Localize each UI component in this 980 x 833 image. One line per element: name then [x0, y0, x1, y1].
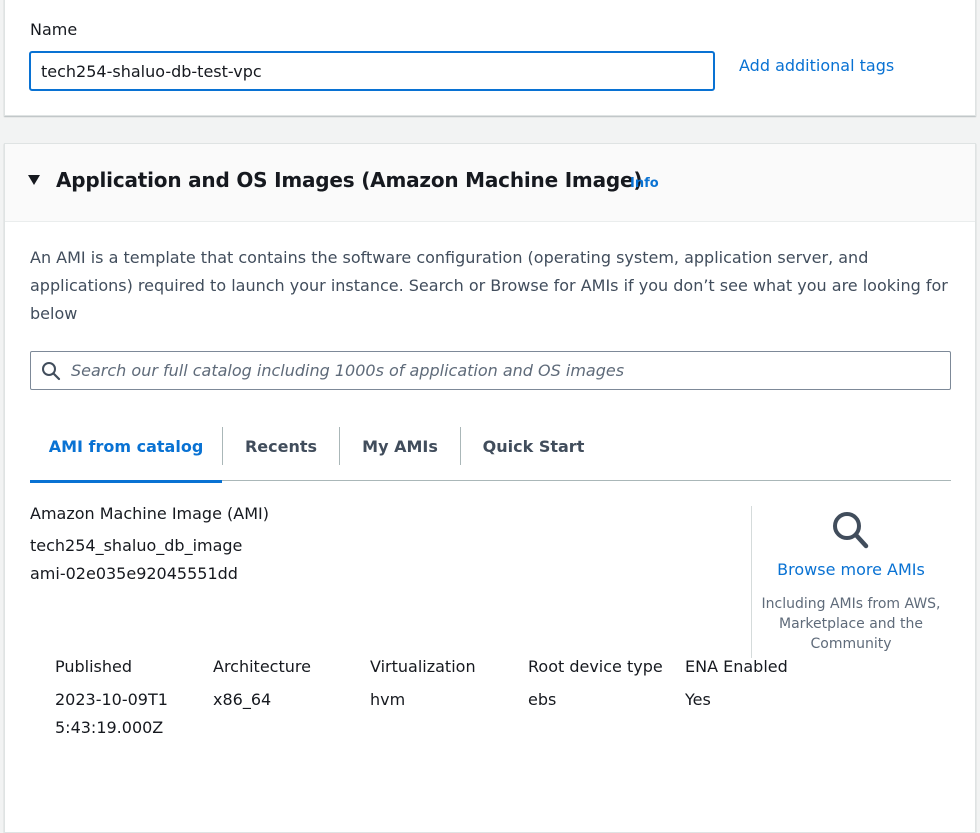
section-title: Application and OS Images (Amazon Machin… — [56, 168, 643, 192]
ami-description: An AMI is a template that contains the s… — [30, 248, 948, 323]
ami-name: tech254_shaluo_db_image — [30, 536, 243, 555]
search-icon — [41, 361, 61, 385]
ami-panel: Application and OS Images (Amazon Machin… — [4, 143, 976, 833]
magnifier-icon[interactable] — [831, 510, 871, 554]
detail-ena-enabled: ENA Enabled Yes — [685, 657, 815, 714]
detail-value: 2023-10-09T15:43:19.000Z — [55, 690, 168, 737]
ami-tabs: AMI from catalog Recents My AMIs Quick S… — [30, 412, 951, 483]
ami-label: Amazon Machine Image (AMI) — [30, 504, 269, 523]
info-link[interactable]: Info — [630, 176, 659, 191]
detail-value: hvm — [370, 690, 406, 709]
detail-architecture: Architecture x86_64 — [213, 657, 348, 714]
detail-label: Root device type — [528, 657, 663, 676]
caret-down-icon[interactable] — [27, 171, 41, 190]
detail-label: Architecture — [213, 657, 311, 676]
detail-root-device-type: Root device type ebs — [528, 657, 678, 714]
tab-recents[interactable]: Recents — [223, 412, 339, 481]
ami-search-box[interactable] — [30, 351, 951, 390]
detail-label: ENA Enabled — [685, 657, 788, 676]
name-input[interactable] — [29, 51, 715, 91]
name-and-tags-panel: Name Add additional tags — [4, 0, 976, 116]
ami-panel-header: Application and OS Images (Amazon Machin… — [5, 144, 975, 222]
add-additional-tags-link[interactable]: Add additional tags — [739, 56, 894, 75]
detail-published: Published 2023-10-09T15:43:19.000Z — [55, 657, 190, 742]
browse-divider — [751, 506, 752, 658]
detail-label: Virtualization — [370, 657, 476, 676]
ami-search-input[interactable] — [71, 353, 941, 388]
detail-value: x86_64 — [213, 690, 272, 709]
browse-more-amis-link[interactable]: Browse more AMIs — [752, 560, 950, 579]
ami-id: ami-02e035e92045551dd — [30, 564, 238, 583]
detail-value: Yes — [685, 690, 711, 709]
detail-value: ebs — [528, 690, 557, 709]
tab-ami-from-catalog[interactable]: AMI from catalog — [30, 412, 222, 483]
browse-note: Including AMIs from AWS, Marketplace and… — [761, 596, 941, 652]
tab-quick-start[interactable]: Quick Start — [461, 412, 606, 481]
detail-virtualization: Virtualization hvm — [370, 657, 505, 714]
detail-label: Published — [55, 657, 133, 676]
tab-my-amis[interactable]: My AMIs — [340, 412, 460, 481]
name-field-label: Name — [30, 20, 78, 39]
